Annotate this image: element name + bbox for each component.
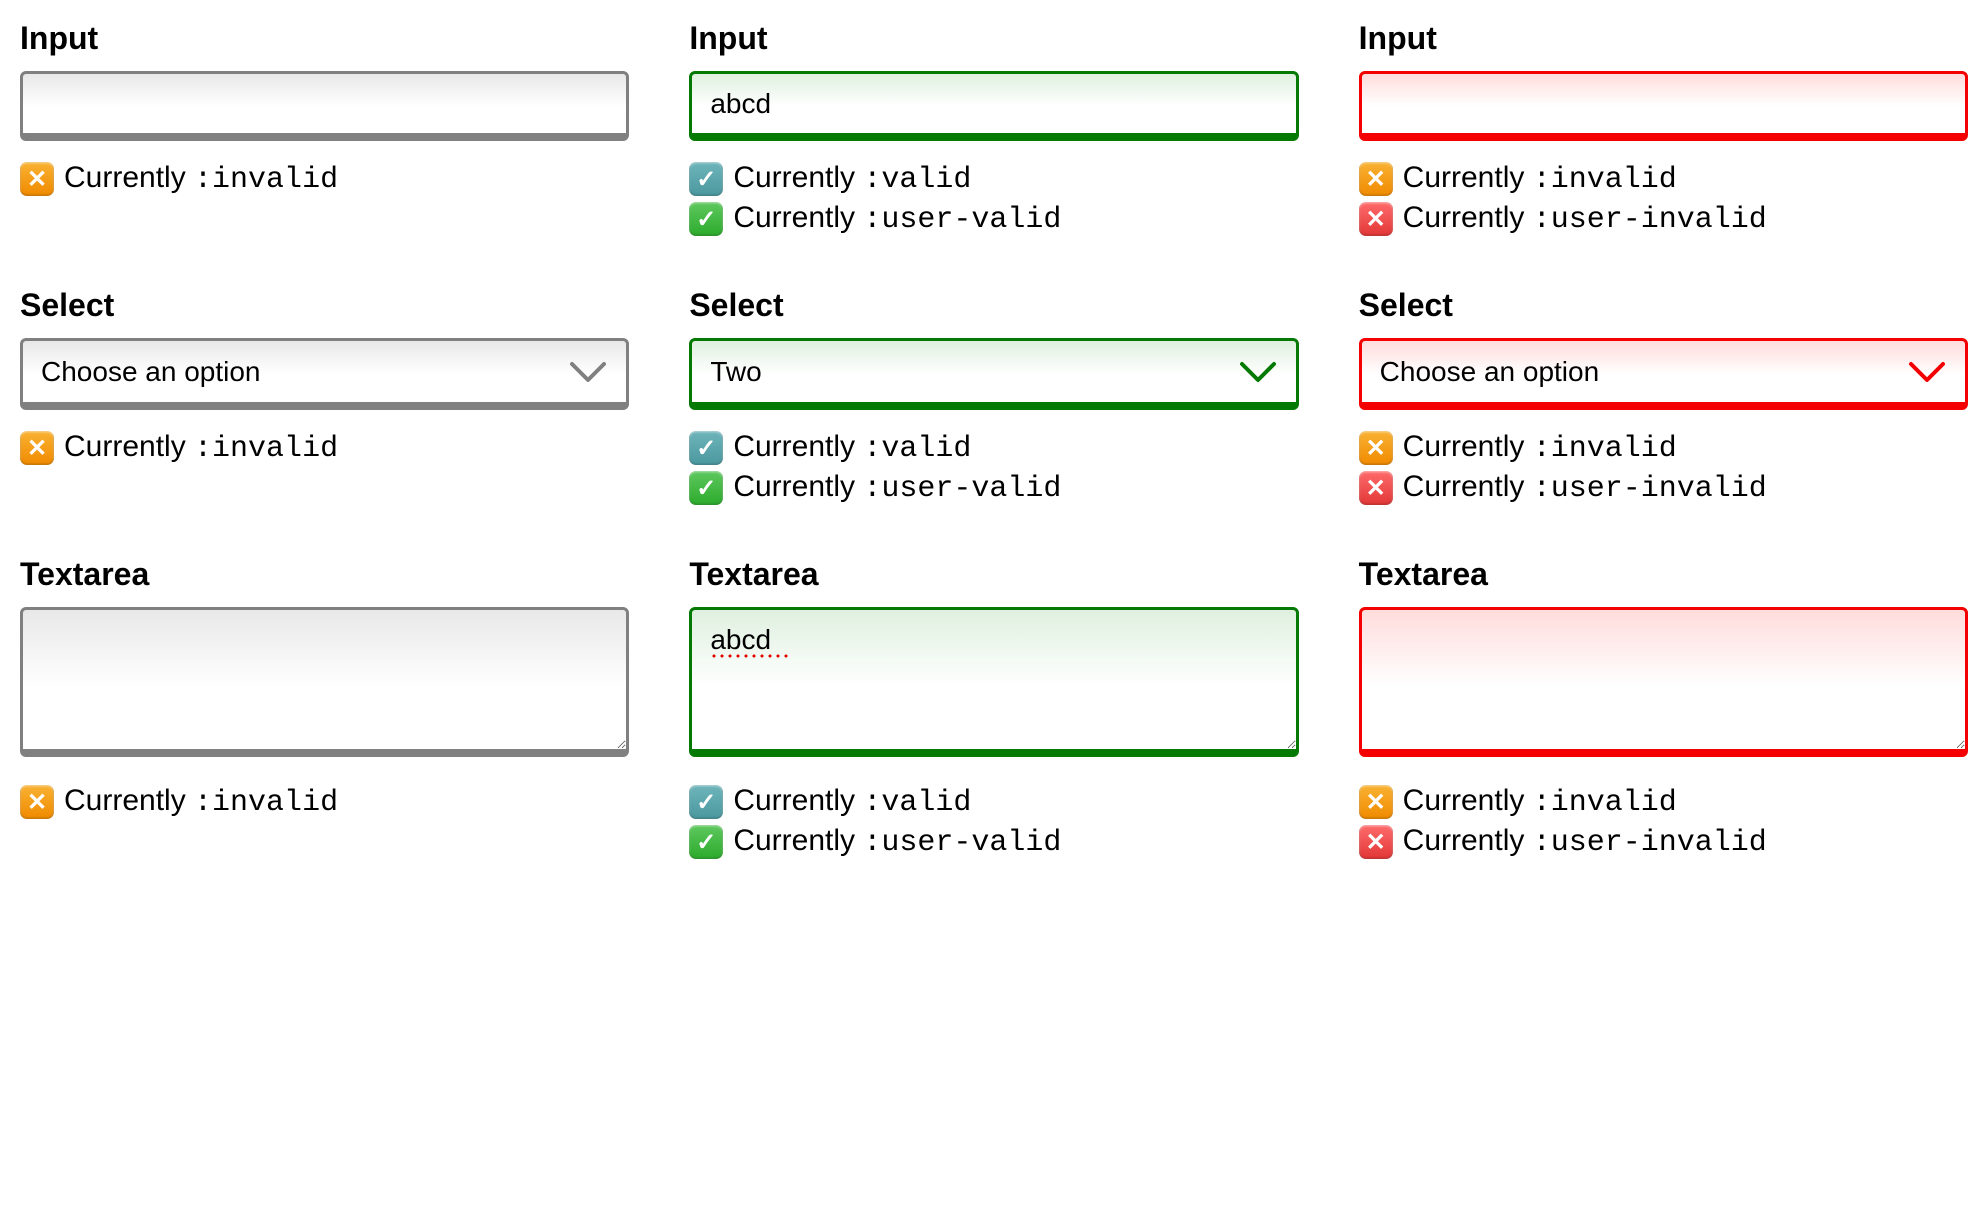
status-invalid: Currently :invalid xyxy=(1359,784,1968,820)
input-label: Input xyxy=(1359,20,1968,57)
input-col2: Input Currently :valid Currently :user-v… xyxy=(689,20,1298,237)
select-col1: Select Choose an option Currently :inval… xyxy=(20,287,629,506)
textarea-label: Textarea xyxy=(20,556,629,593)
x-orange-icon xyxy=(20,431,54,465)
check-green-icon xyxy=(689,471,723,505)
status-list: Currently :invalid xyxy=(20,161,629,197)
x-orange-icon xyxy=(20,785,54,819)
select-label: Select xyxy=(689,287,1298,324)
status-invalid: Currently :invalid xyxy=(20,161,629,197)
status-list: Currently :invalid Currently :user-inval… xyxy=(1359,161,1968,237)
check-green-icon xyxy=(689,202,723,236)
chevron-down-icon xyxy=(1238,360,1278,384)
text-input[interactable] xyxy=(689,71,1298,141)
status-valid: Currently :valid xyxy=(689,784,1298,820)
status-invalid: Currently :invalid xyxy=(20,430,629,466)
input-col3: Input Currently :invalid Currently :user… xyxy=(1359,20,1968,237)
select-label: Select xyxy=(1359,287,1968,324)
x-orange-icon xyxy=(1359,431,1393,465)
select-field[interactable]: Choose an option xyxy=(20,338,629,410)
status-invalid: Currently :invalid xyxy=(1359,430,1968,466)
textarea-col1: Textarea Currently :invalid xyxy=(20,556,629,860)
status-list: Currently :invalid xyxy=(20,430,629,466)
status-user-valid: Currently :user-valid xyxy=(689,201,1298,237)
x-orange-icon xyxy=(1359,785,1393,819)
check-teal-icon xyxy=(689,785,723,819)
textarea-label: Textarea xyxy=(689,556,1298,593)
status-invalid: Currently :invalid xyxy=(20,784,629,820)
status-valid: Currently :valid xyxy=(689,161,1298,197)
status-list: Currently :valid Currently :user-valid xyxy=(689,430,1298,506)
input-col1: Input Currently :invalid xyxy=(20,20,629,237)
textarea-field[interactable] xyxy=(1359,607,1968,757)
select-field[interactable]: Two xyxy=(689,338,1298,410)
chevron-down-icon xyxy=(1907,360,1947,384)
status-user-invalid: Currently :user-invalid xyxy=(1359,470,1968,506)
x-orange-icon xyxy=(20,162,54,196)
status-list: Currently :invalid Currently :user-inval… xyxy=(1359,430,1968,506)
textarea-col3: Textarea Currently :invalid Currently :u… xyxy=(1359,556,1968,860)
status-valid: Currently :valid xyxy=(689,430,1298,466)
select-value: Choose an option xyxy=(41,356,261,388)
status-user-valid: Currently :user-valid xyxy=(689,470,1298,506)
text-input[interactable] xyxy=(20,71,629,141)
select-value: Choose an option xyxy=(1380,356,1600,388)
textarea-label: Textarea xyxy=(1359,556,1968,593)
x-red-icon xyxy=(1359,202,1393,236)
select-label: Select xyxy=(20,287,629,324)
check-green-icon xyxy=(689,825,723,859)
x-orange-icon xyxy=(1359,162,1393,196)
check-teal-icon xyxy=(689,431,723,465)
status-invalid: Currently :invalid xyxy=(1359,161,1968,197)
status-list: Currently :invalid Currently :user-inval… xyxy=(1359,784,1968,860)
select-col2: Select Two Currently :valid Currently :u… xyxy=(689,287,1298,506)
status-user-valid: Currently :user-valid xyxy=(689,824,1298,860)
check-teal-icon xyxy=(689,162,723,196)
status-list: Currently :valid Currently :user-valid xyxy=(689,784,1298,860)
input-label: Input xyxy=(20,20,629,57)
textarea-field[interactable] xyxy=(689,607,1298,757)
x-red-icon xyxy=(1359,825,1393,859)
status-user-invalid: Currently :user-invalid xyxy=(1359,201,1968,237)
select-col3: Select Choose an option Currently :inval… xyxy=(1359,287,1968,506)
status-list: Currently :valid Currently :user-valid xyxy=(689,161,1298,237)
chevron-down-icon xyxy=(568,360,608,384)
status-list: Currently :invalid xyxy=(20,784,629,820)
input-label: Input xyxy=(689,20,1298,57)
select-value: Two xyxy=(710,356,761,388)
text-input[interactable] xyxy=(1359,71,1968,141)
select-field[interactable]: Choose an option xyxy=(1359,338,1968,410)
x-red-icon xyxy=(1359,471,1393,505)
textarea-col2: Textarea Currently :valid Currently :use… xyxy=(689,556,1298,860)
textarea-field[interactable] xyxy=(20,607,629,757)
status-user-invalid: Currently :user-invalid xyxy=(1359,824,1968,860)
